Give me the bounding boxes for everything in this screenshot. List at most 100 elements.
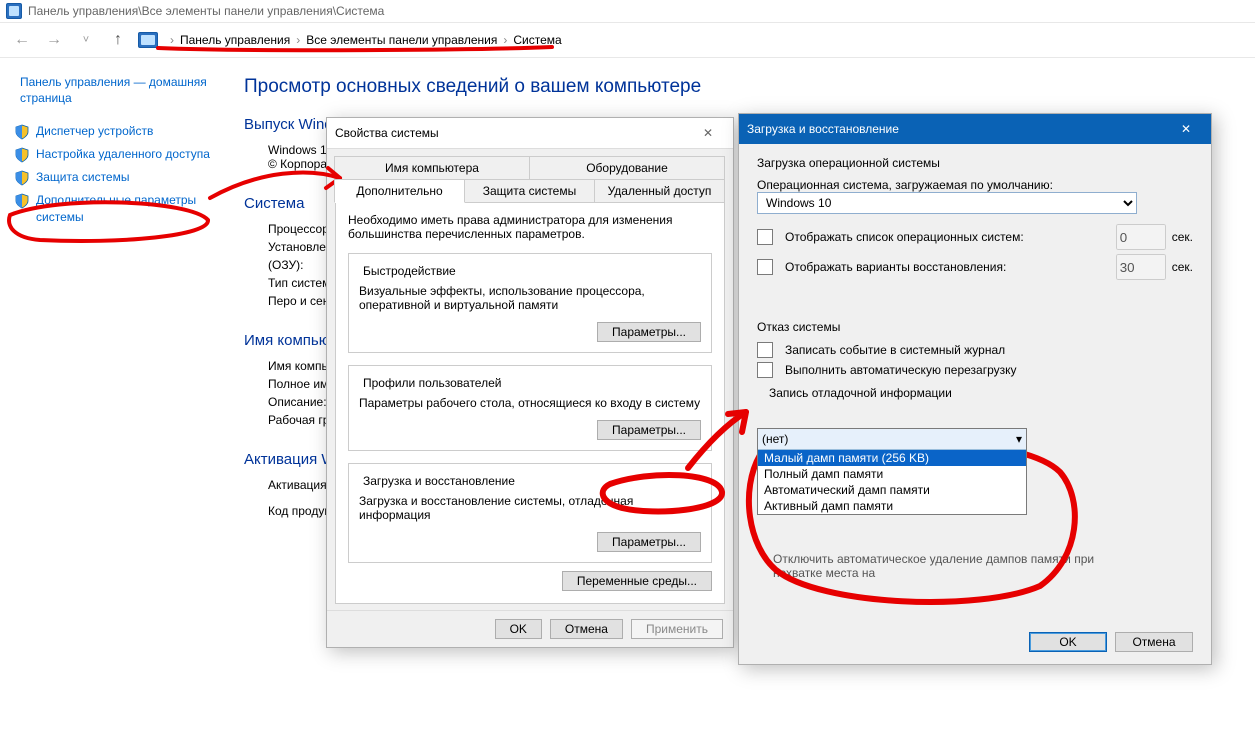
title-path: Панель управления\Все элементы панели уп…: [28, 4, 384, 18]
apply-button: Применить: [631, 619, 723, 639]
dropdown-option-full-dump[interactable]: Полный дамп памяти: [758, 466, 1026, 482]
group-legend: Быстродействие: [359, 264, 460, 278]
recent-dropdown[interactable]: ˅: [74, 28, 98, 52]
show-os-list-row: Отображать список операционных систем: с…: [757, 224, 1193, 250]
system-icon: [6, 3, 22, 19]
tab-computer-name[interactable]: Имя компьютера: [334, 156, 530, 180]
default-os-label: Операционная система, загружаемая по умо…: [757, 178, 1193, 192]
tab-system-protection[interactable]: Защита системы: [464, 179, 595, 203]
group-system-failure: Отказ системы Записать событие в системн…: [757, 320, 1193, 400]
tab-page-advanced: Необходимо иметь права администратора дл…: [335, 202, 725, 604]
titlebar: Панель управления\Все элементы панели уп…: [0, 0, 1255, 23]
close-button[interactable]: ✕: [1169, 118, 1203, 140]
cancel-button[interactable]: Отмена: [550, 619, 623, 639]
debug-info-dropdown[interactable]: (нет) ▾ Малый дамп памяти (256 KB) Полны…: [757, 428, 1027, 515]
chevron-down-icon: ▾: [1016, 432, 1022, 446]
dialog-title[interactable]: Свойства системы ✕: [327, 118, 733, 149]
cancel-button[interactable]: Отмена: [1115, 632, 1193, 652]
sidebar-item-device-manager[interactable]: Диспетчер устройств: [10, 120, 214, 143]
auto-restart-label: Выполнить автоматическую перезагрузку: [785, 363, 1017, 377]
page-title: Просмотр основных сведений о вашем компь…: [244, 76, 1231, 98]
group-legend: Загрузка и восстановление: [359, 474, 519, 488]
sidebar-link[interactable]: Дополнительные параметры системы: [36, 192, 210, 224]
sidebar-item-remote-settings[interactable]: Настройка удаленного доступа: [10, 143, 214, 166]
breadcrumb-sep: ›: [503, 33, 507, 47]
tab-remote[interactable]: Удаленный доступ: [594, 179, 725, 203]
breadcrumb-b[interactable]: Все элементы панели управления: [306, 33, 497, 47]
shield-icon: [14, 124, 30, 140]
default-os-select[interactable]: Windows 10: [757, 192, 1137, 214]
up-button[interactable]: ↑: [106, 28, 130, 52]
dropdown-selected-text: (нет): [762, 432, 788, 446]
tab-hardware[interactable]: Оборудование: [529, 156, 725, 180]
ok-button[interactable]: OK: [1029, 632, 1107, 652]
group-system-startup: Загрузка операционной системы Операционн…: [757, 156, 1193, 280]
environment-variables-button[interactable]: Переменные среды...: [562, 571, 712, 591]
name-row: Полное имя: [268, 377, 335, 391]
dialog-title-text: Свойства системы: [335, 126, 439, 140]
dialog-title-text: Загрузка и восстановление: [747, 122, 899, 136]
shield-icon: [14, 170, 30, 186]
group-desc: Параметры рабочего стола, относящиеся ко…: [359, 396, 701, 410]
back-button[interactable]: ←: [10, 28, 34, 52]
shield-icon: [14, 193, 30, 209]
group-user-profiles: Профили пользователей Параметры рабочего…: [348, 365, 712, 451]
dropdown-option-auto-dump[interactable]: Автоматический дамп памяти: [758, 482, 1026, 498]
dropdown-option-active-dump[interactable]: Активный дамп памяти: [758, 498, 1026, 514]
ok-button[interactable]: OK: [495, 619, 542, 639]
startup-recovery-settings-button[interactable]: Параметры...: [597, 532, 701, 552]
breadcrumb-sep: ›: [170, 33, 174, 47]
control-panel-home-link[interactable]: Панель управления — домашняя страница: [20, 74, 214, 106]
group-legend: Профили пользователей: [359, 376, 505, 390]
name-row: Имя компьн: [268, 359, 334, 373]
sys-row: (ОЗУ):: [268, 258, 303, 272]
write-event-checkbox[interactable]: [757, 342, 773, 358]
sidebar-link[interactable]: Диспетчер устройств: [36, 123, 153, 139]
group-title: Загрузка операционной системы: [757, 156, 1193, 170]
shield-icon: [14, 147, 30, 163]
forward-button: →: [42, 28, 66, 52]
group-desc: Загрузка и восстановление системы, отлад…: [359, 494, 701, 522]
overwrite-disabled-text: Отключить автоматическое удаление дампов…: [773, 552, 1123, 580]
show-os-list-checkbox[interactable]: [757, 229, 773, 245]
sec-unit: сек.: [1172, 260, 1193, 274]
user-profiles-settings-button[interactable]: Параметры...: [597, 420, 701, 440]
performance-settings-button[interactable]: Параметры...: [597, 322, 701, 342]
group-startup-recovery: Загрузка и восстановление Загрузка и вос…: [348, 463, 712, 563]
write-event-label: Записать событие в системный журнал: [785, 343, 1005, 357]
dropdown-list: Малый дамп памяти (256 KB) Полный дамп п…: [758, 450, 1026, 514]
breadcrumb-a[interactable]: Панель управления: [180, 33, 290, 47]
sys-row: Процессор:: [268, 222, 332, 236]
breadcrumb[interactable]: › Панель управления › Все элементы панел…: [170, 33, 562, 47]
show-recovery-label: Отображать варианты восстановления:: [785, 260, 1006, 274]
breadcrumb-c[interactable]: Система: [513, 33, 561, 47]
auto-restart-checkbox[interactable]: [757, 362, 773, 378]
debug-info-label: Запись отладочной информации: [769, 386, 1193, 400]
recovery-seconds[interactable]: [1116, 254, 1166, 280]
sidebar-link[interactable]: Настройка удаленного доступа: [36, 146, 210, 162]
group-desc: Визуальные эффекты, использование процес…: [359, 284, 701, 312]
tab-advanced[interactable]: Дополнительно: [334, 179, 465, 203]
name-row: Описание:: [268, 395, 327, 409]
sidebar-item-system-protection[interactable]: Защита системы: [10, 166, 214, 189]
sec-unit: сек.: [1172, 230, 1193, 244]
sidebar-item-advanced-system-settings[interactable]: Дополнительные параметры системы: [10, 189, 214, 227]
sidebar: Панель управления — домашняя страница Ди…: [0, 56, 220, 737]
startup-recovery-dialog: Загрузка и восстановление ✕ Загрузка опе…: [738, 113, 1212, 665]
show-os-list-label: Отображать список операционных систем:: [785, 230, 1024, 244]
nav-row: ← → ˅ ↑ › Панель управления › Все элемен…: [0, 23, 1255, 58]
location-icon: [138, 32, 158, 48]
group-title: Отказ системы: [757, 320, 1193, 334]
dialog-title[interactable]: Загрузка и восстановление ✕: [739, 114, 1211, 144]
close-button[interactable]: ✕: [691, 122, 725, 144]
sidebar-link[interactable]: Защита системы: [36, 169, 129, 185]
dropdown-option-small-dump[interactable]: Малый дамп памяти (256 KB): [758, 450, 1026, 466]
show-recovery-checkbox[interactable]: [757, 259, 773, 275]
group-performance: Быстродействие Визуальные эффекты, испол…: [348, 253, 712, 353]
dialog-footer: OK Отмена Применить: [327, 610, 733, 647]
system-properties-dialog: Свойства системы ✕ Имя компьютера Оборуд…: [326, 117, 734, 648]
dropdown-selected[interactable]: (нет) ▾: [758, 429, 1026, 450]
breadcrumb-sep: ›: [296, 33, 300, 47]
os-list-seconds[interactable]: [1116, 224, 1166, 250]
admin-note: Необходимо иметь права администратора дл…: [348, 213, 712, 241]
